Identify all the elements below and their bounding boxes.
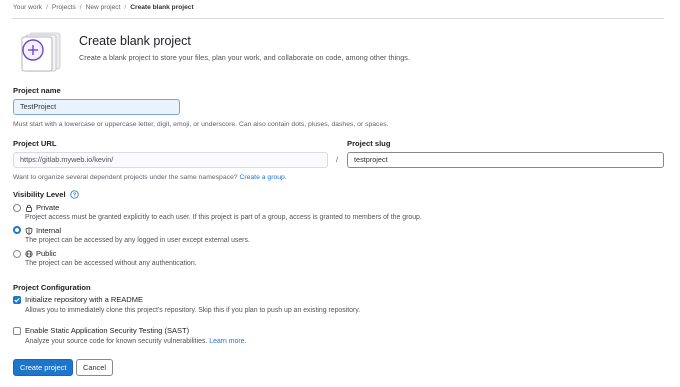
visibility-level-heading: Visibility Level ? [13,190,79,199]
breadcrumb-separator: / [79,4,82,11]
visibility-public-option[interactable]: Public [25,249,56,258]
project-url-namespace-select[interactable]: https://gitlab.myweb.io/kevin/ [13,152,328,168]
learn-more-link[interactable]: Learn more. [209,338,246,345]
question-circle-icon[interactable]: ? [69,190,79,199]
initialize-readme-label[interactable]: Initialize repository with a README [25,295,143,304]
checkmark-icon [14,297,20,303]
page-title: Create blank project [79,34,191,48]
visibility-public-description: The project can be accessed without any … [25,260,197,267]
breadcrumb: Your work / Projects / New project / Cre… [13,4,194,11]
visibility-internal-label: Internal [36,226,62,235]
breadcrumb-separator: / [46,4,48,11]
enable-sast-label[interactable]: Enable Static Application Security Testi… [25,326,189,335]
visibility-public-label: Public [36,249,57,258]
breadcrumb-new-project[interactable]: New project [86,4,121,11]
breadcrumb-projects[interactable]: Projects [52,4,76,11]
enable-sast-checkbox[interactable] [13,327,21,335]
project-name-label: Project name [13,86,61,95]
breadcrumb-divider [12,18,664,19]
create-project-button[interactable]: Create project [13,359,74,376]
shield-icon [25,226,33,235]
page-description: Create a blank project to store your fil… [79,53,410,62]
project-slug-input[interactable]: testproject [347,152,664,168]
visibility-internal-option[interactable]: Internal [25,226,61,235]
breadcrumb-your-work[interactable]: Your work [13,4,42,11]
cancel-button[interactable]: Cancel [76,359,114,376]
project-configuration-label: Project Configuration [13,283,91,292]
breadcrumb-current[interactable]: Create blank project [130,4,193,11]
project-url-help-text: Want to organize several dependent proje… [13,174,238,181]
project-slug-label: Project slug [347,139,391,148]
visibility-private-option[interactable]: Private [25,203,59,212]
breadcrumb-separator: / [124,4,127,11]
enable-sast-description: Analyze your source code for known secur… [25,338,246,345]
visibility-internal-description: The project can be accessed by any logge… [25,237,250,244]
globe-icon [25,249,33,258]
enable-sast-description-text: Analyze your source code for known secur… [25,338,208,345]
project-url-label: Project URL [13,139,57,148]
visibility-level-label: Visibility Level [13,190,66,199]
lock-icon [26,204,32,212]
blank-project-illustration-icon [21,32,61,72]
svg-text:?: ? [72,193,75,199]
project-name-help: Must start with a lowercase or uppercase… [13,121,389,128]
create-group-link[interactable]: Create a group. [239,174,286,181]
visibility-private-label: Private [36,203,60,212]
visibility-private-description: Project access must be granted explicitl… [25,214,422,221]
project-url-help: Want to organize several dependent proje… [13,174,287,181]
visibility-public-radio[interactable] [13,250,21,258]
initialize-readme-description: Allows you to immediately clone this pro… [25,307,361,314]
project-name-input[interactable]: TestProject [13,99,180,115]
visibility-internal-radio[interactable] [13,226,21,234]
initialize-readme-checkbox[interactable] [13,296,21,304]
visibility-private-radio[interactable] [13,204,21,212]
url-separator: / [336,155,339,164]
